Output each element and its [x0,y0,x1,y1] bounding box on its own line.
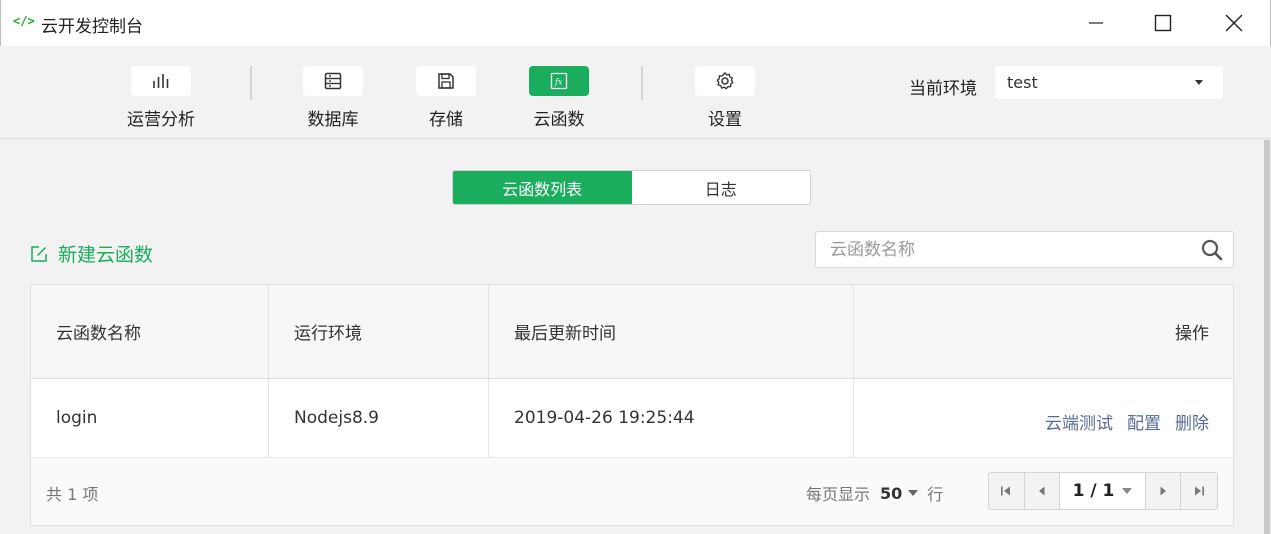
page-indicator: 1 / 1 [1072,481,1115,501]
toolbar-item-settings[interactable]: 设置 [675,66,775,130]
next-page-button[interactable] [1146,473,1182,509]
toolbar-label: 设置 [708,110,742,130]
minimize-icon [1089,22,1103,24]
function-icon: fx [550,72,568,90]
environment-select[interactable]: test [995,66,1223,99]
search-icon[interactable] [1201,239,1223,261]
column-header-runtime: 运行环境 [269,285,489,378]
app-code-icon: </> [13,14,35,28]
row-actions: 云端测试 配置 删除 [854,379,1235,457]
function-runtime: Nodejs8.9 [269,379,489,457]
window-title: 云开发控制台 [41,17,143,37]
last-page-button[interactable] [1181,473,1217,509]
chevron-right-icon [1160,486,1166,496]
maximize-icon [1154,14,1172,32]
page-size-label: 每页显示 [806,485,871,504]
bar-chart-icon [153,74,169,88]
last-page-icon [1195,486,1205,496]
main-toolbar: 运营分析 数据库 存储 fx 云函数 设置 当前环境 test [0,46,1271,139]
toolbar-divider [641,66,643,100]
function-updated-time: 2019-04-26 19:25:44 [489,379,854,457]
close-icon [1225,14,1243,32]
chevron-left-icon [1039,486,1045,496]
search-input[interactable] [816,232,1186,267]
maximize-button[interactable] [1140,0,1186,46]
toolbar-item-database[interactable]: 数据库 [283,66,383,130]
search-box [815,231,1234,268]
function-name: login [31,379,269,457]
toolbar-label: 存储 [429,110,463,130]
edit-icon [31,245,47,262]
toolbar-label: 云函数 [533,110,585,130]
toolbar-label: 数据库 [307,110,359,130]
page-size-value[interactable]: 50 [880,484,902,503]
tab-function-list[interactable]: 云函数列表 [453,171,632,204]
table-header: 云函数名称 运行环境 最后更新时间 操作 [31,285,1233,379]
save-icon [438,73,454,89]
scrollbar-thumb[interactable] [1264,140,1270,534]
cloud-test-link[interactable]: 云端测试 [1045,409,1113,434]
tab-logs[interactable]: 日志 [632,171,811,204]
column-header-actions: 操作 [1175,324,1209,344]
gear-icon [716,72,734,90]
config-link[interactable]: 配置 [1127,409,1161,434]
first-page-button[interactable] [989,473,1025,509]
caret-down-icon [1195,80,1203,85]
table-row[interactable]: login Nodejs8.9 2019-04-26 19:25:44 云端测试… [31,379,1233,458]
functions-table: 云函数名称 运行环境 最后更新时间 操作 login Nodejs8.9 201… [30,284,1234,526]
column-header-updated: 最后更新时间 [489,285,854,378]
page-select[interactable]: 1 / 1 [1060,473,1146,509]
svg-text:fx: fx [554,78,563,87]
toolbar-item-storage[interactable]: 存储 [396,66,496,130]
prev-page-button[interactable] [1025,473,1061,509]
toolbar-divider [250,66,252,100]
close-button[interactable] [1211,0,1257,46]
new-function-label: 新建云函数 [58,244,154,266]
toolbar-item-analytics[interactable]: 运营分析 [111,66,211,130]
environment-label: 当前环境 [909,79,977,99]
pagination: 1 / 1 [988,472,1218,510]
page-size-unit: 行 [927,485,944,504]
vertical-scrollbar[interactable] [1263,140,1271,534]
environment-value: test [1007,73,1038,92]
view-tabs: 云函数列表 日志 [452,170,811,205]
toolbar-label: 运营分析 [127,110,195,130]
database-icon [324,72,342,90]
first-page-icon [1001,486,1011,496]
delete-link[interactable]: 删除 [1175,409,1209,434]
caret-down-icon[interactable] [908,490,919,496]
column-header-name: 云函数名称 [31,285,269,378]
minimize-button[interactable] [1073,0,1119,46]
new-function-button[interactable]: 新建云函数 [30,240,153,267]
title-bar: </> 云开发控制台 [0,0,1271,46]
total-count: 共 1 项 [46,485,99,504]
toolbar-item-cloud-functions[interactable]: fx 云函数 [509,66,609,130]
page-size-control: 每页显示 50 行 [806,481,943,505]
caret-down-icon [1122,488,1133,494]
